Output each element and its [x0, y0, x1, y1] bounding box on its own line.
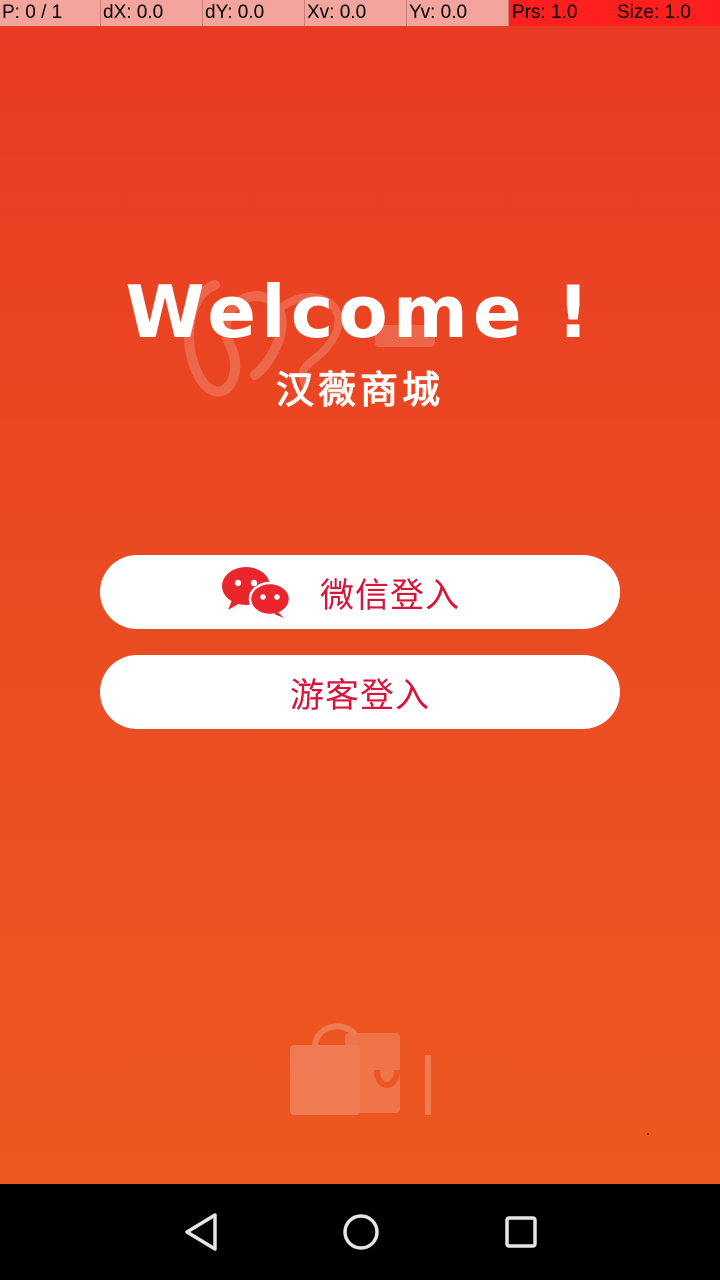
pressure: Prs: 1.0 [509, 0, 611, 26]
stray-dot [647, 1133, 649, 1135]
system-navigation-bar [0, 1184, 720, 1280]
velocity-x: Xv: 0.0 [305, 0, 407, 26]
welcome-title: Welcome ! [125, 270, 595, 354]
login-screen: Welcome ! 汉薇商城 微信登入 游客登入 [0, 0, 720, 1184]
wechat-login-button[interactable]: 微信登入 [100, 555, 620, 629]
pointer-location-overlay: P: 0 / 1 dX: 0.0 dY: 0.0 Xv: 0.0 Yv: 0.0… [0, 0, 720, 26]
delta-x: dX: 0.0 [101, 0, 203, 26]
wechat-login-label: 微信登入 [320, 575, 460, 616]
guest-login-label: 游客登入 [290, 675, 430, 716]
delta-y: dY: 0.0 [203, 0, 305, 26]
guest-login-button[interactable]: 游客登入 [100, 655, 620, 729]
touch-size: Size: 1.0 [611, 0, 720, 26]
brand-name: 汉薇商城 [275, 368, 444, 412]
wechat-icon [222, 567, 292, 618]
home-circle-icon[interactable] [337, 1208, 385, 1256]
back-triangle-icon[interactable] [177, 1208, 225, 1256]
velocity-y: Yv: 0.0 [407, 0, 509, 26]
pointer-count: P: 0 / 1 [0, 0, 101, 26]
shopping-bag-watermark-icon [290, 1023, 431, 1115]
recent-square-icon[interactable] [497, 1208, 545, 1256]
